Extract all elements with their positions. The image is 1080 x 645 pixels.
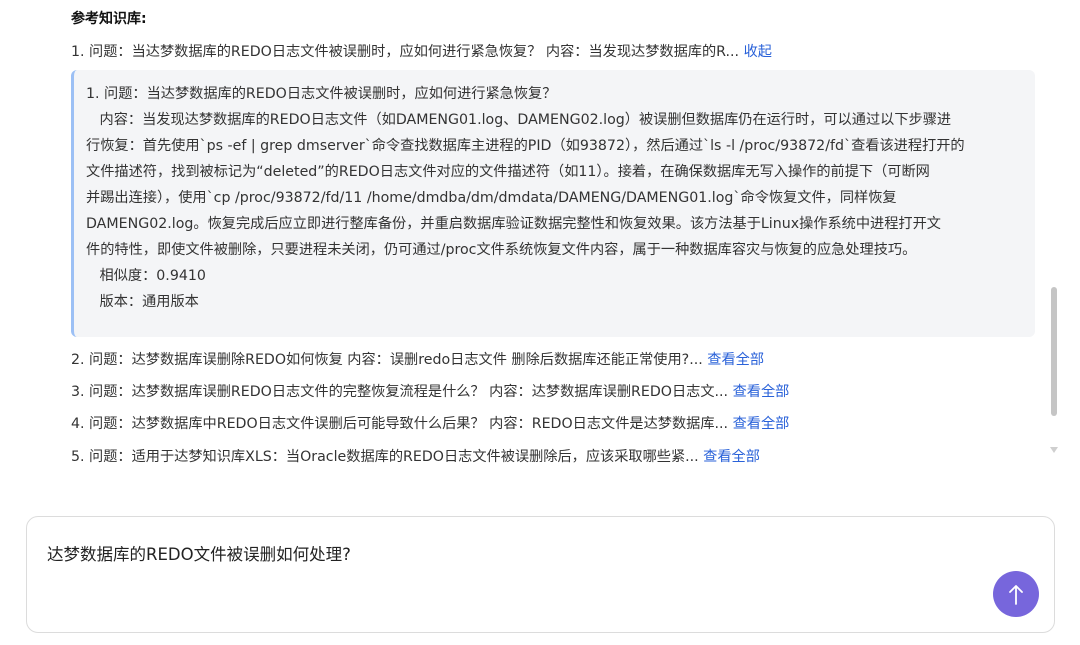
kb-item-1: 1. 问题：当达梦数据库的REDO日志文件被误删时，应如何进行紧急恢复？ 内容：… bbox=[71, 41, 772, 61]
detail-similarity: 相似度：0.9410 bbox=[86, 268, 206, 284]
kb-item-1-detail: 1. 问题：当达梦数据库的REDO日志文件被误删时，应如何进行紧急恢复？ 内容：… bbox=[71, 70, 1035, 337]
chat-page: 参考知识库: 1. 问题：当达梦数据库的REDO日志文件被误删时，应如何进行紧急… bbox=[0, 0, 1080, 645]
detail-question: 1. 问题：当达梦数据库的REDO日志文件被误删时，应如何进行紧急恢复？ bbox=[86, 86, 557, 102]
kb-item-4: 4. 问题：达梦数据库中REDO日志文件误删后可能导致什么后果？ 内容：REDO… bbox=[71, 413, 789, 433]
view-all-link[interactable]: 查看全部 bbox=[733, 384, 790, 400]
detail-content-line: 行恢复：首先使用`ps -ef | grep dmserver`命令查找数据库主… bbox=[86, 138, 965, 154]
chat-input-box[interactable]: 达梦数据库的REDO文件被误删如何处理? bbox=[26, 516, 1055, 633]
scrollbar-thumb[interactable] bbox=[1051, 287, 1057, 416]
kb-item-5: 5. 问题：适用于达梦知识库XLS：当Oracle数据库的REDO日志文件被误删… bbox=[71, 446, 760, 466]
chat-input-text[interactable]: 达梦数据库的REDO文件被误删如何处理? bbox=[47, 541, 351, 565]
collapse-link[interactable]: 收起 bbox=[744, 44, 772, 60]
arrow-up-icon bbox=[1009, 585, 1023, 605]
view-all-link[interactable]: 查看全部 bbox=[707, 352, 764, 368]
detail-content-line: 文件描述符，找到被标记为“deleted”的REDO日志文件对应的文件描述符（如… bbox=[86, 164, 930, 180]
kb-item-text: 4. 问题：达梦数据库中REDO日志文件误删后可能导致什么后果？ 内容：REDO… bbox=[71, 416, 733, 432]
detail-content-line: DAMENG02.log。恢复完成后应立即进行整库备份，并重启数据库验证数据完整… bbox=[86, 216, 941, 232]
detail-content-line: 内容：当发现达梦数据库的REDO日志文件（如DAMENG01.log、DAMEN… bbox=[86, 112, 952, 128]
send-button[interactable] bbox=[993, 571, 1039, 617]
kb-item-1-summary: 1. 问题：当达梦数据库的REDO日志文件被误删时，应如何进行紧急恢复？ 内容：… bbox=[71, 44, 740, 60]
kb-item-3: 3. 问题：达梦数据库误删REDO日志文件的完整恢复流程是什么？ 内容：达梦数据… bbox=[71, 381, 789, 401]
kb-item-text: 2. 问题：达梦数据库误删除REDO如何恢复 内容：误删redo日志文件 删除后… bbox=[71, 352, 708, 368]
kb-item-text: 3. 问题：达梦数据库误删REDO日志文件的完整恢复流程是什么？ 内容：达梦数据… bbox=[71, 384, 733, 400]
knowledge-base-title: 参考知识库: bbox=[71, 11, 147, 27]
kb-item-text: 5. 问题：适用于达梦知识库XLS：当Oracle数据库的REDO日志文件被误删… bbox=[71, 449, 704, 465]
detail-content-line: 并踢出连接），使用`cp /proc/93872/fd/11 /home/dmd… bbox=[86, 190, 897, 206]
scroll-down-arrow-icon[interactable] bbox=[1050, 447, 1058, 453]
view-all-link[interactable]: 查看全部 bbox=[703, 449, 760, 465]
detail-content-line: 件的特性，即使文件被删除，只要进程未关闭，仍可通过/proc文件系统恢复文件内容… bbox=[86, 242, 917, 258]
detail-version: 版本：通用版本 bbox=[86, 294, 199, 310]
view-all-link[interactable]: 查看全部 bbox=[733, 416, 790, 432]
kb-item-2: 2. 问题：达梦数据库误删除REDO如何恢复 内容：误删redo日志文件 删除后… bbox=[71, 349, 764, 369]
